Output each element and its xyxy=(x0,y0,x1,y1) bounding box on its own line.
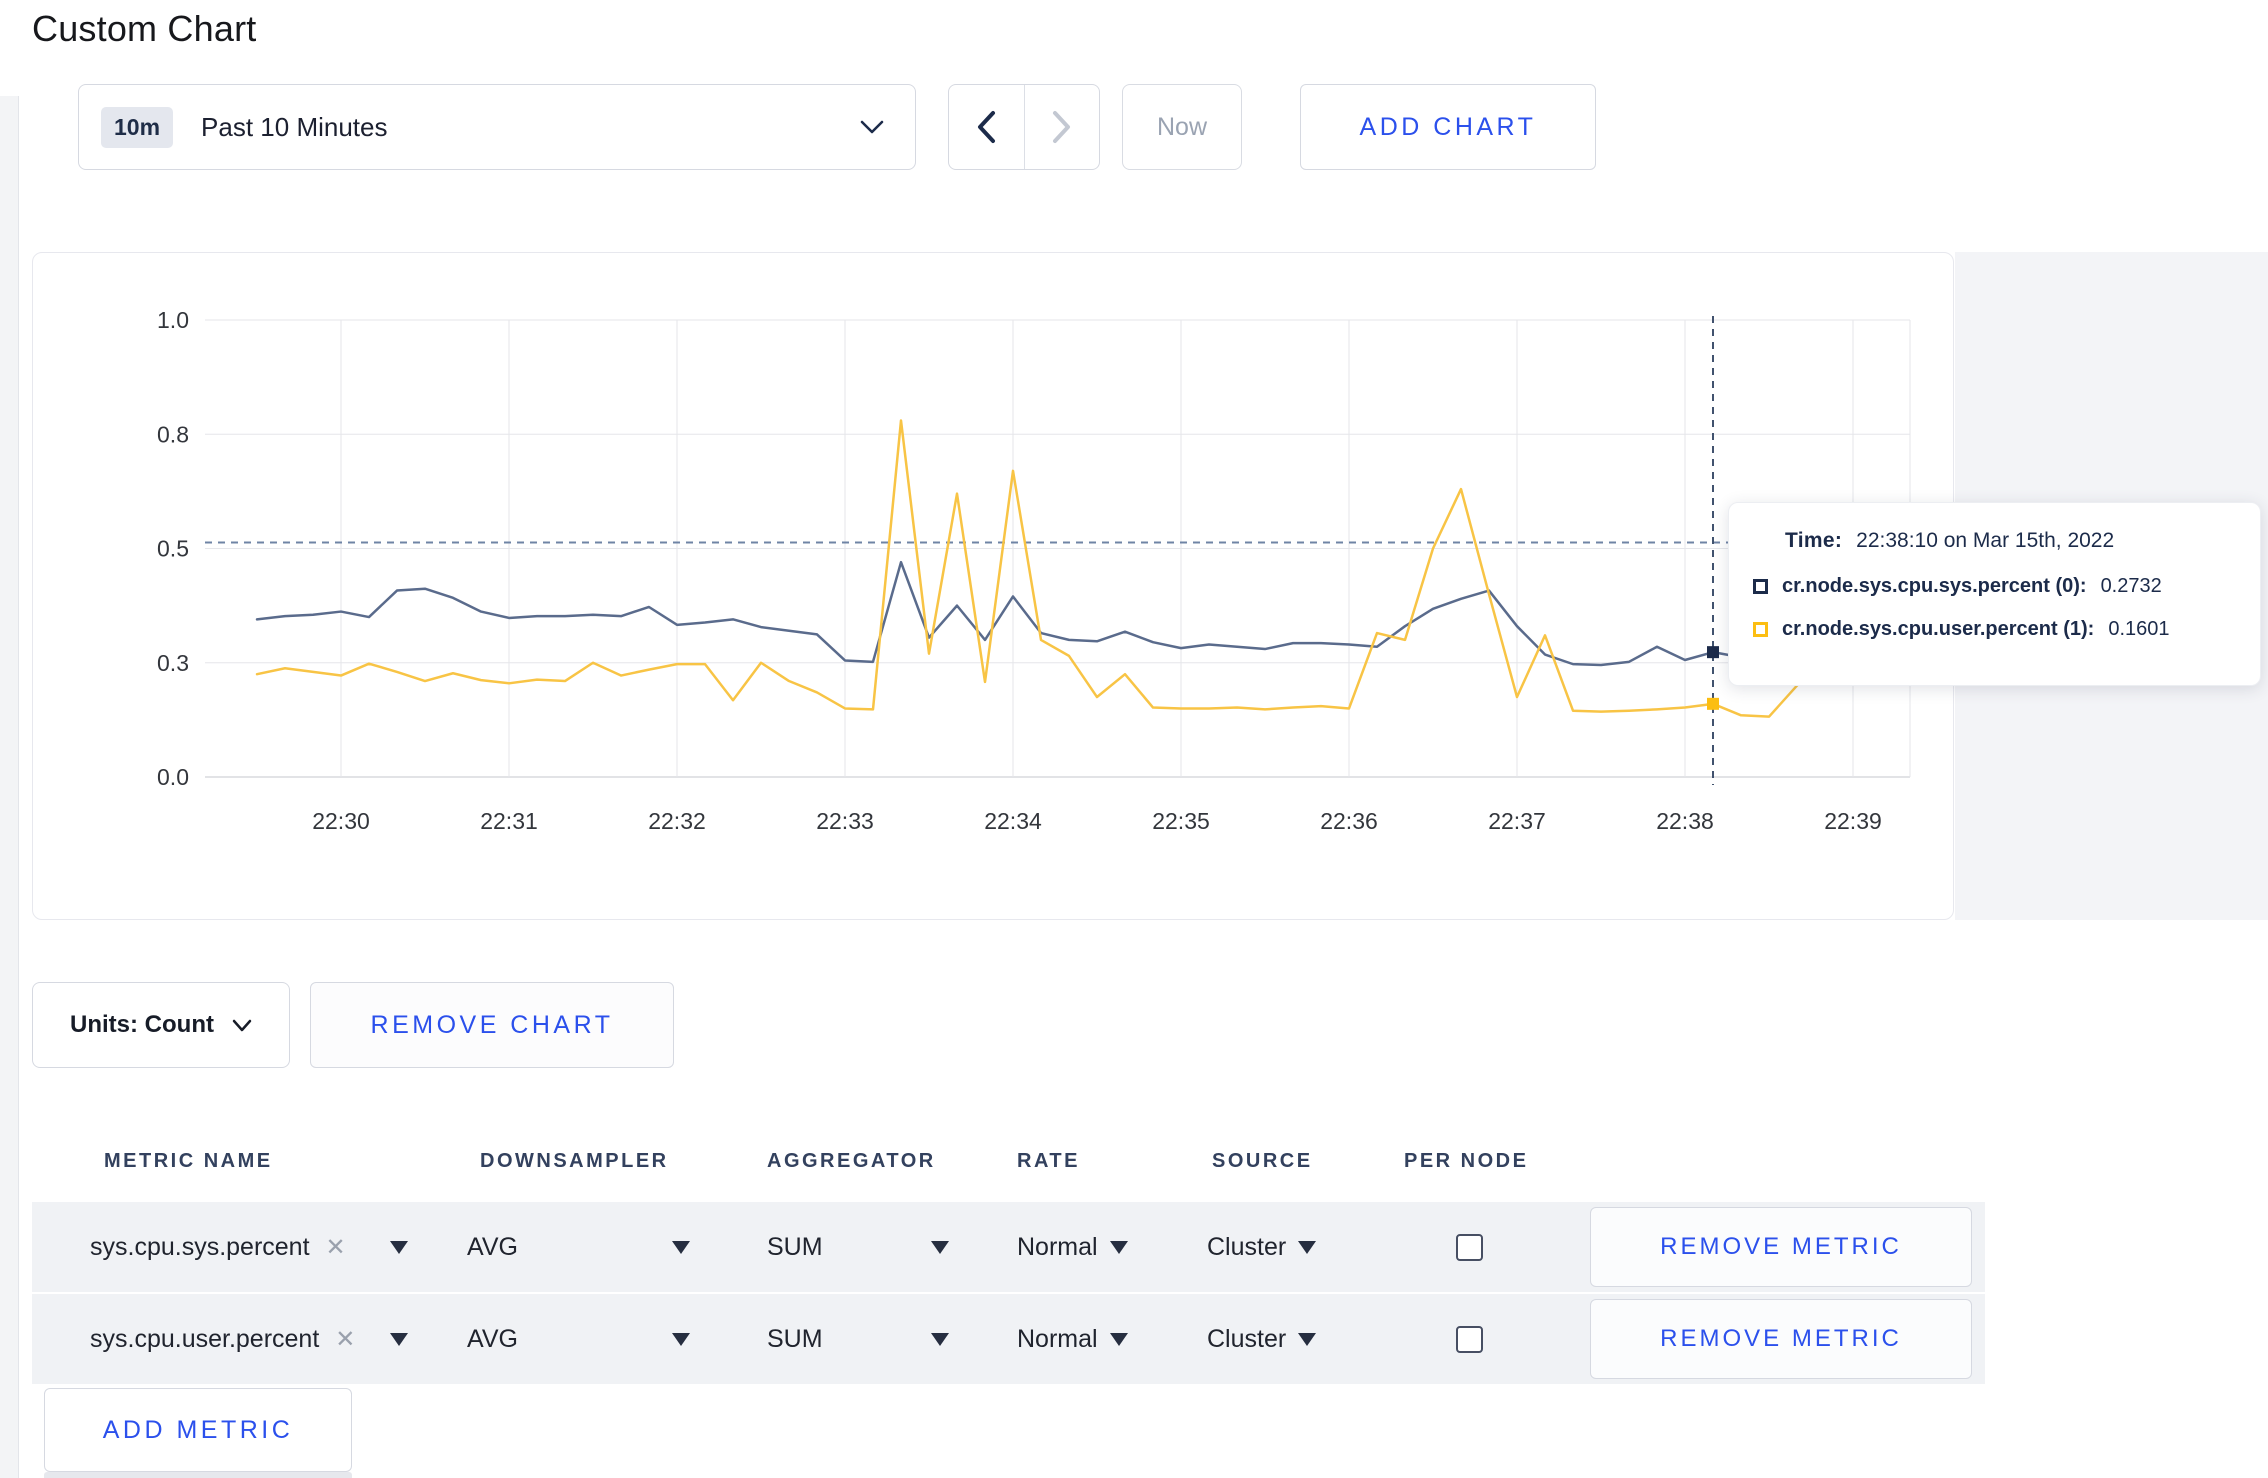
rate-select[interactable]: Normal xyxy=(1017,1202,1128,1292)
svg-text:1.0: 1.0 xyxy=(157,307,189,333)
chart-hover-tooltip: Time: 22:38:10 on Mar 15th, 2022 cr.node… xyxy=(1728,502,2261,686)
tooltip-series-value: 0.1601 xyxy=(2108,618,2170,640)
per-node-checkbox[interactable] xyxy=(1456,1325,1483,1353)
svg-text:22:34: 22:34 xyxy=(984,808,1042,834)
chevron-right-icon xyxy=(1052,111,1070,143)
header-metric-name: METRIC NAME xyxy=(104,1150,273,1172)
dropdown-caret-icon xyxy=(1298,1332,1317,1346)
svg-text:0.5: 0.5 xyxy=(157,536,189,562)
add-metric-button[interactable]: ADD METRIC xyxy=(44,1388,352,1472)
metrics-table-header: METRIC NAME DOWNSAMPLER AGGREGATOR RATE … xyxy=(32,1122,1985,1202)
rate-value: Normal xyxy=(1017,1232,1098,1261)
per-node-checkbox[interactable] xyxy=(1456,1233,1483,1261)
tooltip-time-value: 22:38:10 on Mar 15th, 2022 xyxy=(1856,529,2115,552)
source-select[interactable]: Cluster xyxy=(1207,1202,1317,1292)
chevron-down-icon xyxy=(860,120,884,134)
series-swatch-icon xyxy=(1753,579,1768,594)
tooltip-series-row: cr.node.sys.cpu.sys.percent (0): 0.2732 xyxy=(1753,575,2236,598)
dropdown-caret-icon xyxy=(672,1240,690,1254)
clear-metric-icon[interactable]: ✕ xyxy=(326,1233,346,1262)
source-select[interactable]: Cluster xyxy=(1207,1294,1317,1384)
svg-text:22:37: 22:37 xyxy=(1488,808,1546,834)
series-swatch-icon xyxy=(1753,622,1768,637)
previous-interval-button[interactable] xyxy=(949,85,1024,169)
downsampler-select[interactable]: AVG xyxy=(467,1294,690,1384)
tooltip-series-row: cr.node.sys.cpu.user.percent (1): 0.1601 xyxy=(1753,618,2236,641)
add-chart-button[interactable]: ADD CHART xyxy=(1300,84,1596,170)
remove-metric-button[interactable]: REMOVE METRIC xyxy=(1590,1299,1972,1379)
remove-chart-button[interactable]: REMOVE CHART xyxy=(310,982,674,1068)
dropdown-caret-icon xyxy=(672,1332,690,1346)
svg-text:22:31: 22:31 xyxy=(480,808,538,834)
source-value: Cluster xyxy=(1207,1232,1287,1261)
rate-select[interactable]: Normal xyxy=(1017,1294,1128,1384)
chevron-left-icon xyxy=(978,111,996,143)
aggregator-value: SUM xyxy=(767,1232,823,1261)
page-title: Custom Chart xyxy=(32,8,257,49)
svg-text:0.0: 0.0 xyxy=(157,764,189,790)
dropdown-caret-icon xyxy=(931,1240,949,1254)
time-step-button-group xyxy=(948,84,1100,170)
downsampler-value: AVG xyxy=(467,1324,518,1353)
timeseries-chart[interactable]: 0.0 0.3 0.5 0.8 1.0 22:30 22:31 22:32 22:33 22:34… xyxy=(32,252,1954,920)
tooltip-time-label: Time: xyxy=(1785,529,1843,552)
header-source: SOURCE xyxy=(1212,1150,1313,1172)
metric-name-select[interactable]: sys.cpu.user.percent ✕ xyxy=(90,1294,410,1384)
units-select[interactable]: Units: Count xyxy=(32,982,290,1068)
clear-metric-icon[interactable]: ✕ xyxy=(335,1325,355,1354)
units-select-label: Units: Count xyxy=(70,1011,214,1038)
metric-row: sys.cpu.user.percent ✕ AVG SUM Normal Cl… xyxy=(32,1294,1985,1384)
aggregator-value: SUM xyxy=(767,1324,823,1353)
page-left-gutter xyxy=(0,96,19,1478)
svg-text:22:35: 22:35 xyxy=(1152,808,1210,834)
metric-row: sys.cpu.sys.percent ✕ AVG SUM Normal Clu… xyxy=(32,1202,1985,1292)
svg-text:22:30: 22:30 xyxy=(312,808,370,834)
dropdown-caret-icon xyxy=(390,1240,408,1254)
svg-text:22:39: 22:39 xyxy=(1824,808,1882,834)
time-range-label: Past 10 Minutes xyxy=(201,111,388,142)
dropdown-caret-icon xyxy=(390,1332,408,1346)
svg-text:22:38: 22:38 xyxy=(1656,808,1714,834)
chevron-down-icon xyxy=(232,1019,252,1031)
svg-text:22:32: 22:32 xyxy=(648,808,706,834)
dropdown-caret-icon xyxy=(1109,1332,1128,1346)
dropdown-caret-icon xyxy=(1109,1240,1128,1254)
clipped-element-edge xyxy=(44,1472,352,1478)
tooltip-series-name: cr.node.sys.cpu.sys.percent (0): xyxy=(1782,575,2087,597)
rate-value: Normal xyxy=(1017,1324,1098,1353)
time-range-select[interactable]: 10m Past 10 Minutes xyxy=(78,84,916,170)
metric-name-select[interactable]: sys.cpu.sys.percent ✕ xyxy=(90,1202,410,1292)
dropdown-caret-icon xyxy=(1298,1240,1317,1254)
downsampler-value: AVG xyxy=(467,1232,518,1261)
header-per-node: PER NODE xyxy=(1404,1150,1529,1172)
downsampler-select[interactable]: AVG xyxy=(467,1202,690,1292)
aggregator-select[interactable]: SUM xyxy=(767,1202,949,1292)
metric-name-value: sys.cpu.user.percent xyxy=(90,1324,320,1353)
tooltip-series-value: 0.2732 xyxy=(2100,575,2162,597)
header-downsampler: DOWNSAMPLER xyxy=(480,1150,669,1172)
next-interval-button[interactable] xyxy=(1023,85,1100,169)
source-value: Cluster xyxy=(1207,1324,1287,1353)
svg-text:0.8: 0.8 xyxy=(157,421,189,447)
aggregator-select[interactable]: SUM xyxy=(767,1294,949,1384)
time-range-badge: 10m xyxy=(101,106,174,148)
header-rate: RATE xyxy=(1017,1150,1080,1172)
header-aggregator: AGGREGATOR xyxy=(767,1150,936,1172)
dropdown-caret-icon xyxy=(931,1332,949,1346)
now-button[interactable]: Now xyxy=(1122,84,1242,170)
svg-text:0.3: 0.3 xyxy=(157,650,189,676)
svg-text:22:36: 22:36 xyxy=(1320,808,1378,834)
remove-metric-button[interactable]: REMOVE METRIC xyxy=(1590,1207,1972,1287)
svg-text:22:33: 22:33 xyxy=(816,808,874,834)
metric-name-value: sys.cpu.sys.percent xyxy=(90,1232,310,1261)
tooltip-series-name: cr.node.sys.cpu.user.percent (1): xyxy=(1782,618,2095,640)
